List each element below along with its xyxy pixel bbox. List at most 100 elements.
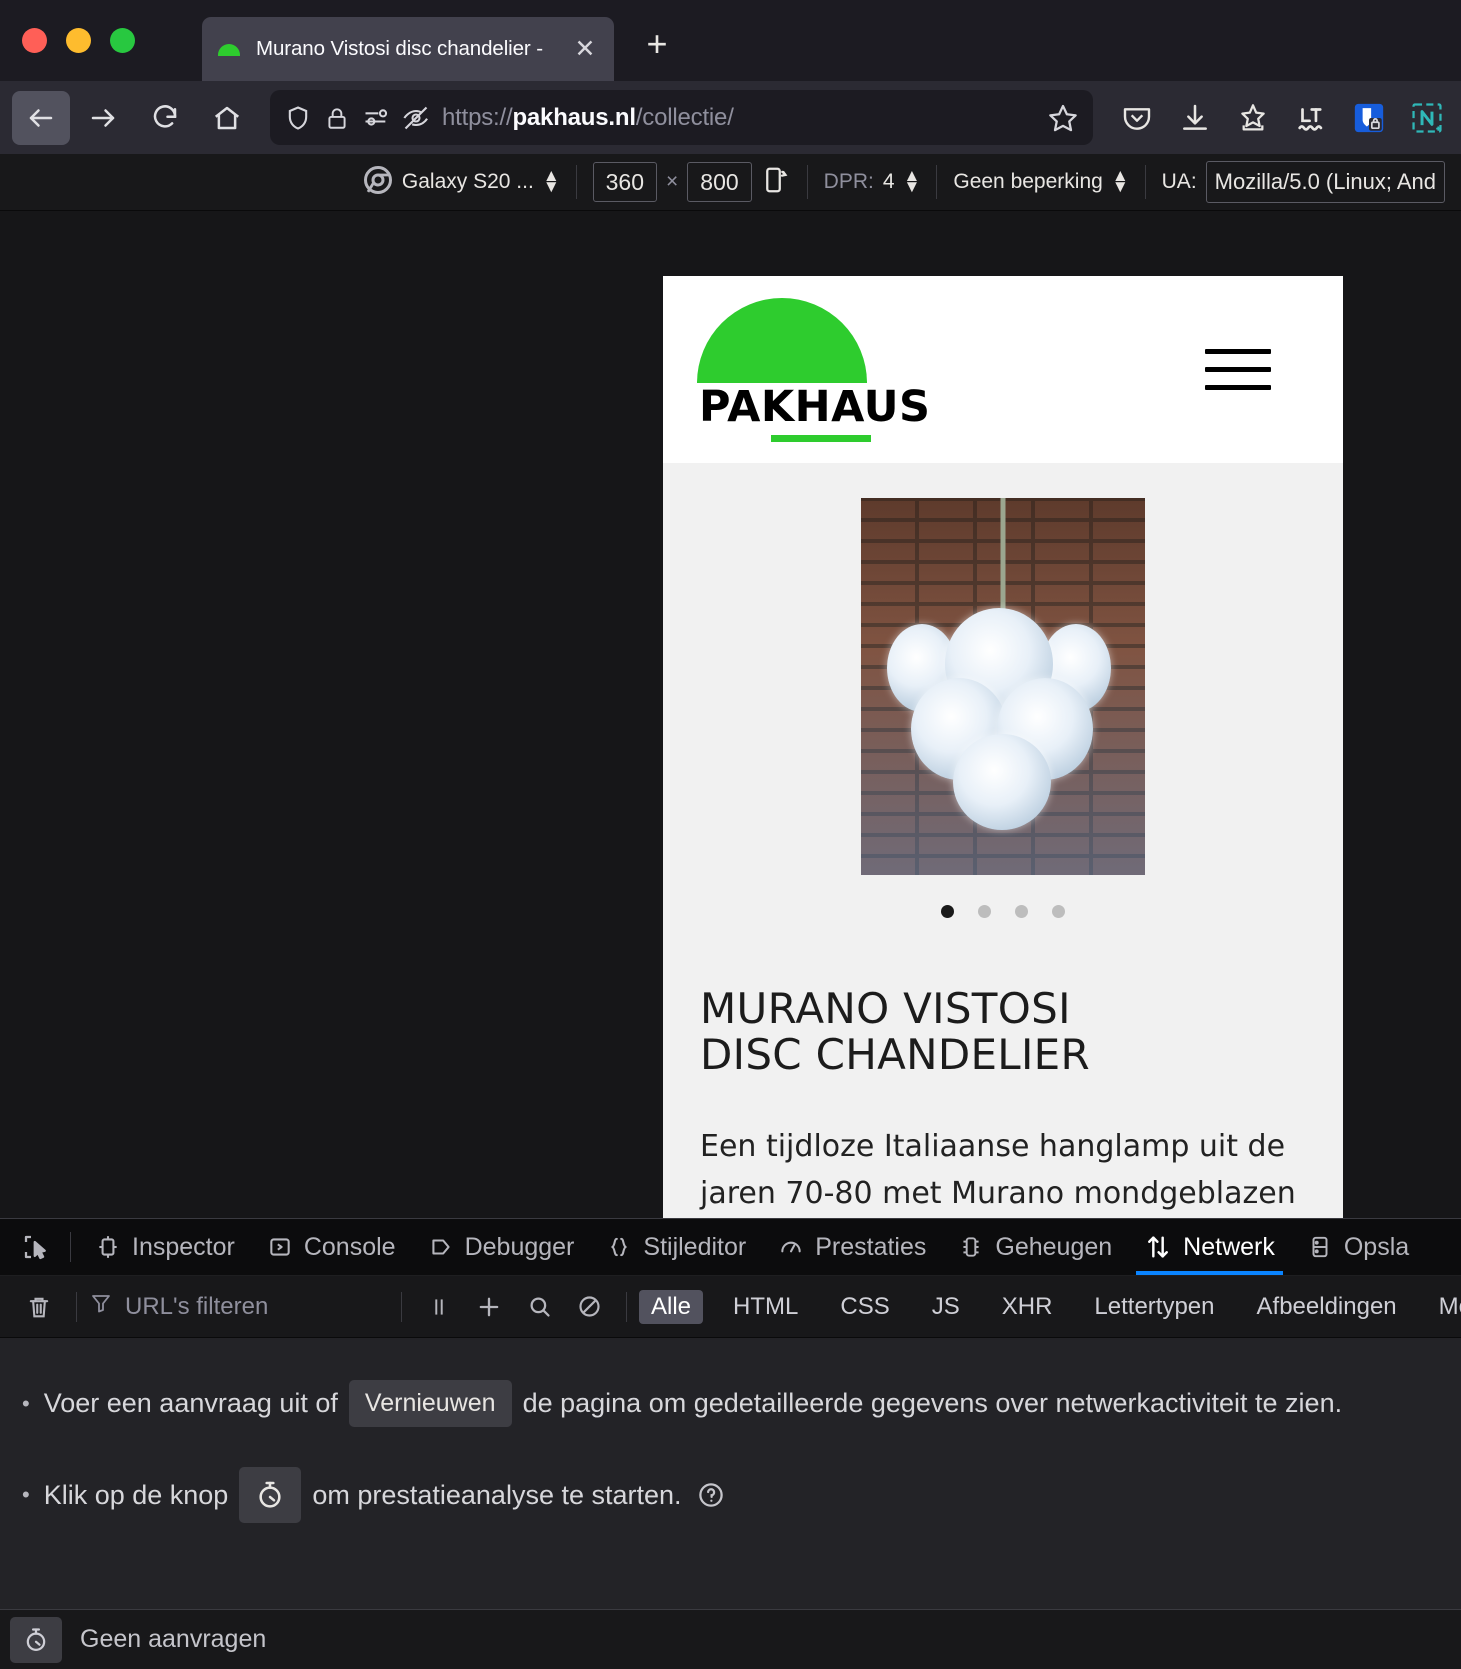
chevron-updown-icon[interactable]: ▲▼ <box>1112 171 1129 192</box>
close-icon[interactable]: ✕ <box>570 34 600 64</box>
minimize-window-button[interactable] <box>66 28 91 53</box>
tab-label: Stijleditor <box>643 1233 746 1262</box>
filter-css[interactable]: CSS <box>828 1290 901 1324</box>
tab-performance[interactable]: Prestaties <box>762 1219 942 1276</box>
tracking-off-icon[interactable] <box>402 104 430 132</box>
logo-underline <box>771 435 871 442</box>
url-filter-input[interactable]: URL's filteren <box>89 1291 389 1322</box>
bookmarks-star-icon[interactable] <box>1231 96 1275 140</box>
product-description: Een tijdloze Italiaanse hanglamp uit de … <box>700 1124 1310 1218</box>
line1-after: de pagina om gedetailleerde gegevens ove… <box>523 1388 1343 1419</box>
site-logo[interactable]: PAKHAUS <box>699 298 877 442</box>
site-header: PAKHAUS <box>663 276 1343 463</box>
gallery-dot-3[interactable] <box>1015 905 1028 918</box>
throttling-selector[interactable]: Geen beperking ▲▼ <box>937 165 1145 199</box>
element-picker-icon[interactable] <box>10 1224 62 1270</box>
line1-before: Voer een aanvraag uit of <box>44 1388 338 1419</box>
dpr-label: DPR: <box>824 170 874 194</box>
home-button[interactable] <box>198 91 256 145</box>
window-controls[interactable] <box>22 28 135 53</box>
pocket-icon[interactable] <box>1115 96 1159 140</box>
line2-after: om prestatieanalyse te starten. <box>312 1480 681 1511</box>
gallery-dot-1[interactable] <box>941 905 954 918</box>
maximize-window-button[interactable] <box>110 28 135 53</box>
chandelier-discs <box>883 606 1123 836</box>
forward-button[interactable] <box>74 91 132 145</box>
tab-label: Netwerk <box>1183 1233 1275 1262</box>
help-circle-icon[interactable] <box>696 1480 726 1510</box>
downloads-icon[interactable] <box>1173 96 1217 140</box>
url-text[interactable]: https://pakhaus.nl/collectie/ <box>442 104 1035 132</box>
pakhaus-dome-icon <box>216 36 242 62</box>
pause-icon[interactable] <box>414 1285 464 1329</box>
filter-funnel-icon <box>89 1291 113 1322</box>
new-tab-button[interactable]: + <box>634 21 680 67</box>
plus-icon[interactable] <box>464 1285 514 1329</box>
filter-xhr[interactable]: XHR <box>990 1290 1065 1324</box>
dpr-selector[interactable]: DPR: 4 ▲▼ <box>808 165 938 199</box>
devtools-panel: Inspector Console Debugger Stijleditor P… <box>0 1218 1461 1669</box>
back-button[interactable] <box>12 91 70 145</box>
filter-html[interactable]: HTML <box>721 1290 810 1324</box>
chevron-updown-icon[interactable]: ▲▼ <box>904 171 921 192</box>
tab-network[interactable]: Netwerk <box>1128 1219 1291 1276</box>
tab-debugger[interactable]: Debugger <box>412 1219 591 1276</box>
viewport-height-input[interactable]: 800 <box>687 162 751 202</box>
responsive-design-toolbar: Galaxy S20 ... ▲▼ 360 × 800 DPR: 4 ▲▼ Ge… <box>0 154 1461 211</box>
network-status-bar: Geen aanvragen <box>0 1609 1461 1669</box>
filter-alle[interactable]: Alle <box>639 1290 703 1324</box>
device-selector[interactable]: Galaxy S20 ... ▲▼ <box>347 165 577 199</box>
browser-window: Murano Vistosi disc chandelier - ✕ + <box>0 0 1461 1669</box>
browser-tab[interactable]: Murano Vistosi disc chandelier - ✕ <box>202 17 614 81</box>
ua-label: UA: <box>1162 170 1197 194</box>
viewport-size-controls[interactable]: 360 × 800 <box>577 165 808 199</box>
viewport-width-input[interactable]: 360 <box>593 162 657 202</box>
reload-button[interactable] <box>136 91 194 145</box>
tab-inspector[interactable]: Inspector <box>79 1219 251 1276</box>
status-text: Geen aanvragen <box>80 1625 266 1654</box>
search-icon[interactable] <box>514 1285 564 1329</box>
gallery-dot-4[interactable] <box>1052 905 1065 918</box>
star-outline-icon[interactable] <box>1047 102 1079 134</box>
permissions-icon[interactable] <box>362 104 390 132</box>
tab-memory[interactable]: Geheugen <box>942 1219 1128 1276</box>
filter-js[interactable]: JS <box>920 1290 972 1324</box>
block-icon[interactable] <box>564 1285 614 1329</box>
device-viewport: PAKHAUS <box>663 276 1343 1218</box>
lock-icon[interactable] <box>324 105 350 131</box>
tab-label: Opsla <box>1344 1233 1409 1262</box>
logo-dome-icon <box>697 298 867 383</box>
gallery-dots[interactable] <box>941 905 1065 918</box>
empty-state-line-2: • Klik op de knop om prestatieanalyse te… <box>22 1467 1461 1523</box>
filter-media[interactable]: Media <box>1427 1290 1461 1324</box>
line2-before: Klik op de knop <box>44 1480 229 1511</box>
tab-storage[interactable]: Opsla <box>1291 1219 1425 1276</box>
hamburger-menu-icon[interactable] <box>1205 349 1271 390</box>
notion-icon[interactable] <box>1405 96 1449 140</box>
product-gallery <box>663 463 1343 918</box>
filter-afbeeldingen[interactable]: Afbeeldingen <box>1245 1290 1409 1324</box>
network-filter-toolbar: URL's filteren Alle HTML CSS JS XHR Lett… <box>0 1276 1461 1338</box>
close-window-button[interactable] <box>22 28 47 53</box>
languagetool-icon[interactable] <box>1289 96 1333 140</box>
reload-page-button[interactable]: Vernieuwen <box>349 1380 512 1427</box>
user-agent-section[interactable]: UA: Mozilla/5.0 (Linux; And <box>1146 165 1461 199</box>
chevron-updown-icon[interactable]: ▲▼ <box>543 171 560 192</box>
stopwatch-icon[interactable] <box>239 1467 301 1523</box>
product-image[interactable] <box>861 498 1145 875</box>
bitwarden-icon[interactable] <box>1347 96 1391 140</box>
memory-icon <box>958 1234 984 1260</box>
trash-icon[interactable] <box>14 1285 64 1329</box>
stopwatch-icon[interactable] <box>10 1617 62 1663</box>
user-agent-input[interactable]: Mozilla/5.0 (Linux; And <box>1206 161 1445 203</box>
url-bar[interactable]: https://pakhaus.nl/collectie/ <box>270 90 1093 145</box>
filter-lettertypen[interactable]: Lettertypen <box>1082 1290 1226 1324</box>
tab-strip: Murano Vistosi disc chandelier - ✕ + <box>0 0 1461 81</box>
rotate-device-icon[interactable] <box>761 165 791 200</box>
tab-console[interactable]: Console <box>251 1219 412 1276</box>
chrome-logo-icon <box>363 165 393 200</box>
tab-style-editor[interactable]: Stijleditor <box>590 1219 762 1276</box>
gallery-dot-2[interactable] <box>978 905 991 918</box>
network-empty-state: • Voer een aanvraag uit of Vernieuwen de… <box>0 1338 1461 1609</box>
shield-icon[interactable] <box>284 104 312 132</box>
